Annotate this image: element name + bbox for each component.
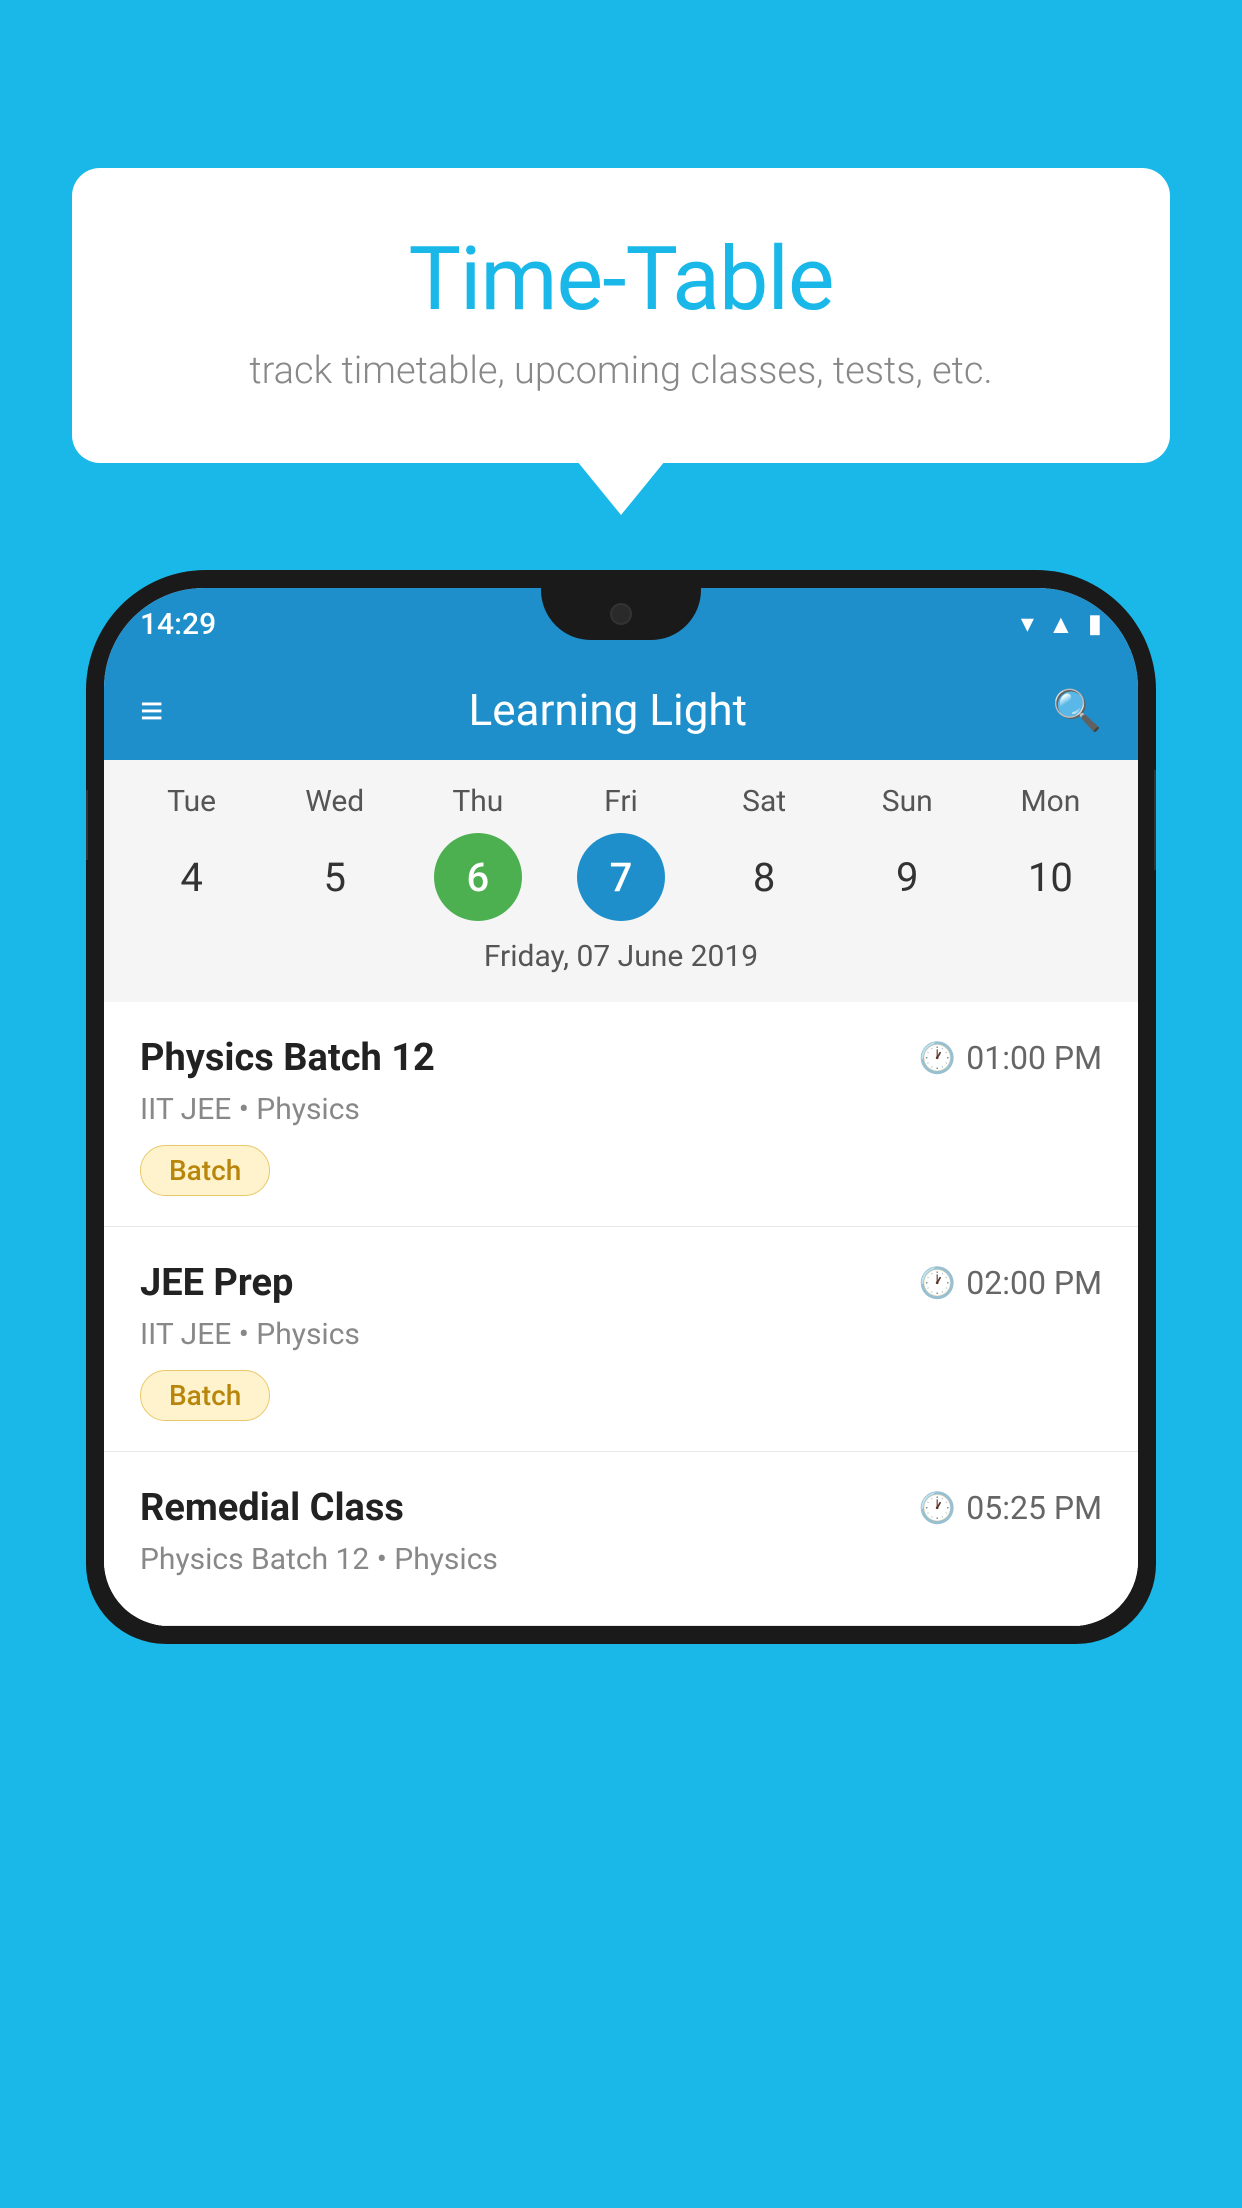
search-icon[interactable]: 🔍 [1052, 687, 1102, 734]
schedule-detail-1: IIT JEE • Physics [140, 1317, 1102, 1352]
camera-dot [610, 603, 632, 625]
schedule-time-label-2: 05:25 PM [966, 1489, 1102, 1527]
day-label-fri: Fri [577, 784, 665, 819]
status-time: 14:29 [140, 607, 216, 642]
batch-badge-0: Batch [140, 1145, 270, 1196]
schedule-item-header-1: JEE Prep 🕐 02:00 PM [140, 1261, 1102, 1305]
schedule-item-2[interactable]: Remedial Class 🕐 05:25 PM Physics Batch 12 … [104, 1452, 1138, 1626]
phone-mockup: 14:29 ▾ ▲ ▮ ≡ Learning Light 🔍 [86, 570, 1156, 2208]
days-header: Tue Wed Thu Fri Sat Sun Mon [104, 784, 1138, 819]
day-label-sun: Sun [863, 784, 951, 819]
day-label-tue: Tue [148, 784, 236, 819]
calendar-strip: Tue Wed Thu Fri Sat Sun Mon 456789 10 Friday, 0… [104, 760, 1138, 1002]
days-numbers: 456789 10 [104, 833, 1138, 921]
app-title: Learning Light [193, 684, 1022, 736]
phone-screen: 14:29 ▾ ▲ ▮ ≡ Learning Light 🔍 [104, 588, 1138, 1626]
day-number-6[interactable]: 6 [434, 833, 522, 921]
side-button-right [1154, 770, 1156, 870]
day-number-8[interactable]: 8 [720, 833, 808, 921]
selected-date-label: Friday, 07 June 2019 [104, 939, 1138, 992]
schedule-item-0[interactable]: Physics Batch 12 🕐 01:00 PM IIT JEE • Physi… [104, 1002, 1138, 1227]
clock-icon-0: 🕐 [919, 1041, 956, 1076]
schedule-title-0: Physics Batch 12 [140, 1036, 435, 1080]
speech-bubble: Time-Table track timetable, upcoming cla… [72, 168, 1170, 463]
schedule-title-1: JEE Prep [140, 1261, 293, 1305]
wifi-icon: ▾ [1021, 609, 1034, 639]
day-number-5[interactable]: 5 [291, 833, 379, 921]
schedule-time-1: 🕐 02:00 PM [919, 1264, 1102, 1302]
day-number-4[interactable]: 4 [148, 833, 236, 921]
side-button-left [86, 790, 88, 860]
phone-outer: 14:29 ▾ ▲ ▮ ≡ Learning Light 🔍 [86, 570, 1156, 1644]
bubble-title: Time-Table [132, 228, 1110, 331]
day-label-sat: Sat [720, 784, 808, 819]
schedule-title-2: Remedial Class [140, 1486, 404, 1530]
signal-icon: ▲ [1048, 609, 1074, 640]
schedule-detail-0: IIT JEE • Physics [140, 1092, 1102, 1127]
status-icons: ▾ ▲ ▮ [1021, 609, 1102, 640]
clock-icon-2: 🕐 [919, 1491, 956, 1526]
day-number-7[interactable]: 7 [577, 833, 665, 921]
battery-icon: ▮ [1088, 609, 1102, 639]
day-number-10[interactable]: 10 [1006, 833, 1094, 921]
batch-badge-1: Batch [140, 1370, 270, 1421]
day-label-wed: Wed [291, 784, 379, 819]
schedule-time-2: 🕐 05:25 PM [919, 1489, 1102, 1527]
clock-icon-1: 🕐 [919, 1266, 956, 1301]
day-label-mon: Mon [1006, 784, 1094, 819]
schedule-detail-2: Physics Batch 12 • Physics [140, 1542, 1102, 1577]
app-header: ≡ Learning Light 🔍 [104, 660, 1138, 760]
day-number-9[interactable]: 9 [863, 833, 951, 921]
schedule-item-header-0: Physics Batch 12 🕐 01:00 PM [140, 1036, 1102, 1080]
schedule-time-label-1: 02:00 PM [966, 1264, 1102, 1302]
schedule-item-header-2: Remedial Class 🕐 05:25 PM [140, 1486, 1102, 1530]
schedule-item-1[interactable]: JEE Prep 🕐 02:00 PM IIT JEE • Physics Batch [104, 1227, 1138, 1452]
day-label-thu: Thu [434, 784, 522, 819]
hamburger-icon[interactable]: ≡ [140, 687, 163, 734]
schedule-time-label-0: 01:00 PM [966, 1039, 1102, 1077]
bubble-subtitle: track timetable, upcoming classes, tests… [132, 349, 1110, 393]
schedule-list: Physics Batch 12 🕐 01:00 PM IIT JEE • Physi… [104, 1002, 1138, 1626]
schedule-time-0: 🕐 01:00 PM [919, 1039, 1102, 1077]
status-bar: 14:29 ▾ ▲ ▮ [104, 588, 1138, 660]
notch [541, 588, 701, 640]
